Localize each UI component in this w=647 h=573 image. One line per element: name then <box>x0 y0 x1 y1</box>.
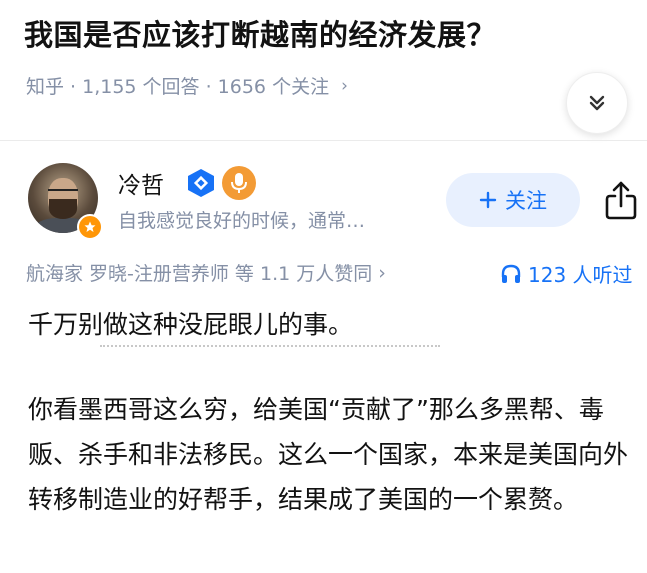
listen-count[interactable]: 123 人听过 <box>500 259 633 288</box>
divider <box>0 140 647 141</box>
voters-summary[interactable]: 航海家 罗晓-注册营养师 等 1.1 万人赞同 › <box>26 259 386 286</box>
author-bio: 自我感觉良好的时候，通常… <box>118 210 366 232</box>
answer-paragraph-1: 千万别做这种没屁眼儿的事。 <box>28 310 354 339</box>
microphone-badge-icon <box>222 166 256 200</box>
question-meta[interactable]: 知乎 · 1,155 个回答 · 1656 个关注 › <box>26 72 348 99</box>
follow-button[interactable]: 关注 <box>446 173 580 227</box>
author-name[interactable]: 冷哲 <box>118 166 164 200</box>
chevron-right-icon: › <box>378 261 386 284</box>
chevron-right-icon: › <box>341 75 348 96</box>
avatar-beard <box>49 199 77 219</box>
creator-badge-icon <box>77 214 103 240</box>
expand-button[interactable] <box>566 72 628 134</box>
headphones-icon <box>501 264 521 283</box>
listen-text: 123 人听过 <box>528 263 633 287</box>
question-title[interactable]: 我国是否应该打断越南的经济发展？ <box>24 12 496 54</box>
avatar-glasses <box>48 189 78 197</box>
verified-badge-icon <box>188 169 214 197</box>
double-chevron-down-icon <box>589 95 605 111</box>
highlight-underline <box>100 345 440 347</box>
follow-label: 关注 <box>505 189 547 213</box>
answer-paragraph-2: 你看墨西哥这么穷，给美国“贡献了”那么多黑帮、毒贩、杀手和非法移民。这么一个国家… <box>28 395 629 514</box>
voters-text: 航海家 罗晓-注册营养师 等 1.1 万人赞同 <box>26 263 373 285</box>
question-meta-text: 知乎 · 1,155 个回答 · 1656 个关注 <box>26 76 330 98</box>
plus-icon <box>479 191 497 209</box>
share-icon[interactable] <box>603 180 639 220</box>
